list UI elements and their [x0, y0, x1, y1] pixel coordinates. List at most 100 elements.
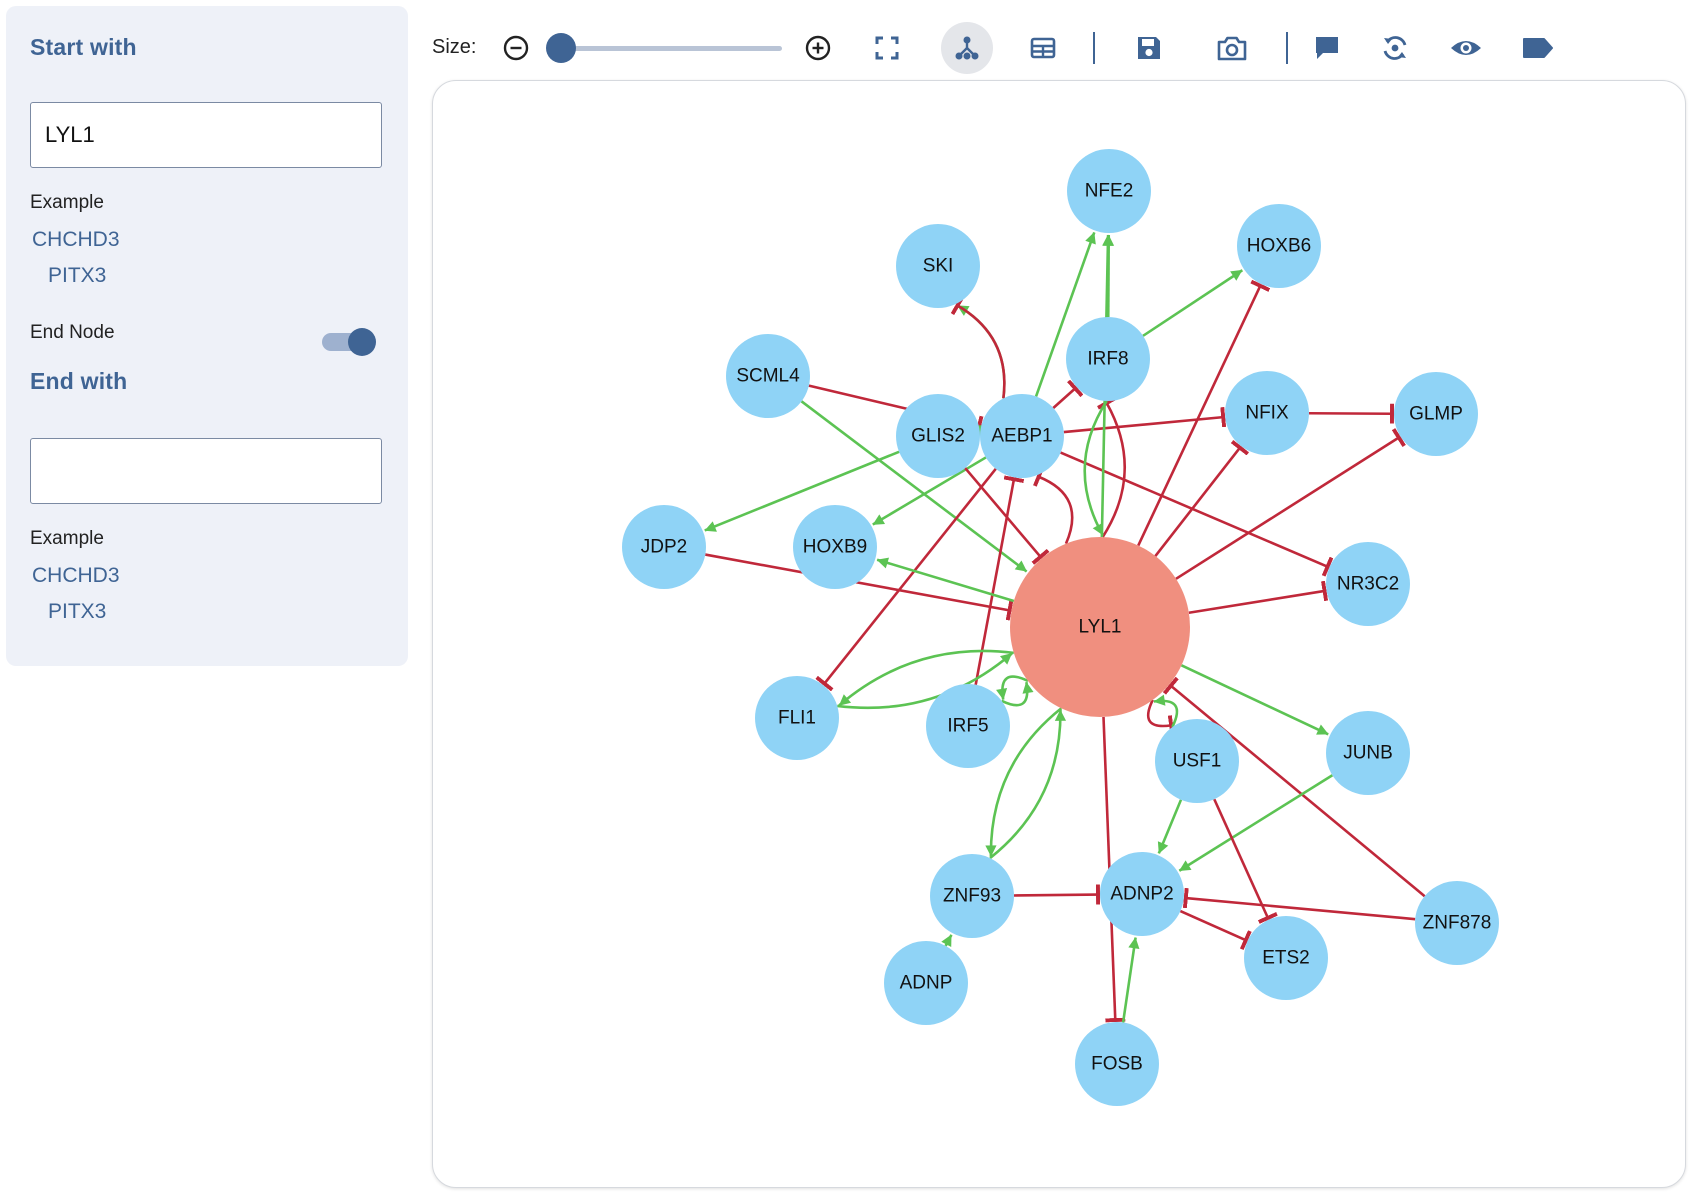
- node-scml4[interactable]: SCML4: [726, 334, 810, 418]
- node-irf8[interactable]: IRF8: [1066, 317, 1150, 401]
- node-hoxb6[interactable]: HOXB6: [1237, 204, 1321, 288]
- start-example-link-2[interactable]: PITX3: [48, 264, 106, 288]
- slider-thumb[interactable]: [546, 33, 576, 63]
- network-view-icon: [955, 36, 979, 60]
- reset-layout-icon: [1383, 36, 1407, 60]
- edge-adnp-znf93[interactable]: [941, 934, 953, 947]
- node-znf878[interactable]: ZNF878: [1415, 881, 1499, 965]
- comment-button[interactable]: [1305, 26, 1349, 70]
- node-label: LYL1: [1079, 617, 1122, 638]
- node-label: ADNP2: [1110, 884, 1173, 905]
- node-aebp1[interactable]: AEBP1: [980, 394, 1064, 478]
- fit-screen-button[interactable]: [865, 26, 909, 70]
- graph-toolbar: Size:: [0, 0, 1694, 80]
- node-label: JDP2: [641, 537, 687, 558]
- edge-fosb-adnp2[interactable]: [1121, 937, 1140, 1023]
- node-label: FOSB: [1091, 1054, 1143, 1075]
- zoom-out-icon: [503, 35, 529, 61]
- node-label: HOXB9: [803, 537, 867, 558]
- edge-lyl1-nfix[interactable]: [1154, 439, 1250, 557]
- size-slider[interactable]: [546, 30, 782, 66]
- edge-aebp1-ski[interactable]: [950, 295, 1006, 399]
- edge-lyl1-usf1[interactable]: [1147, 699, 1175, 736]
- zoom-in-icon: [805, 35, 831, 61]
- node-znf93[interactable]: ZNF93: [930, 854, 1014, 938]
- edge-glis2-jdp2[interactable]: [704, 450, 900, 532]
- edge-lyl1-hoxb9[interactable]: [876, 557, 1015, 603]
- screenshot-button[interactable]: [1210, 26, 1254, 70]
- edge-lyl1-irf8[interactable]: [1096, 396, 1127, 538]
- zoom-in-button[interactable]: [796, 26, 840, 70]
- node-nfe2[interactable]: NFE2: [1067, 149, 1151, 233]
- start-example-link-1[interactable]: CHCHD3: [32, 228, 120, 252]
- node-label: SCML4: [736, 366, 800, 387]
- node-label: GLMP: [1409, 404, 1463, 425]
- save-button[interactable]: [1127, 26, 1171, 70]
- end-with-title: End with: [30, 368, 128, 394]
- node-junb[interactable]: JUNB: [1326, 711, 1410, 795]
- comment-icon: [1316, 37, 1338, 59]
- node-nfix[interactable]: NFIX: [1225, 371, 1309, 455]
- edge-irf5-lyl1[interactable]: [1001, 681, 1034, 707]
- edge-lyl1-nr3c2[interactable]: [1188, 580, 1329, 615]
- edge-usf1-adnp2[interactable]: [1157, 799, 1183, 854]
- size-label: Size:: [432, 36, 477, 58]
- edge-lyl1-irf5[interactable]: [996, 675, 1029, 700]
- node-label: ZNF93: [943, 886, 1001, 907]
- node-label: NFIX: [1245, 403, 1289, 424]
- start-example-label: Example: [30, 192, 104, 213]
- camera-icon: [1217, 36, 1247, 61]
- node-hoxb9[interactable]: HOXB9: [793, 505, 877, 589]
- zoom-out-button[interactable]: [494, 26, 538, 70]
- node-label: NR3C2: [1337, 574, 1399, 595]
- edge-adnp2-ets2[interactable]: [1179, 909, 1252, 951]
- node-irf5[interactable]: IRF5: [926, 684, 1010, 768]
- end-example-link-1[interactable]: CHCHD3: [32, 564, 120, 588]
- label-button[interactable]: [1516, 26, 1560, 70]
- node-lyl1[interactable]: LYL1: [1010, 537, 1190, 717]
- start-node-input[interactable]: [30, 102, 382, 168]
- edge-irf5-aebp1[interactable]: [974, 475, 1025, 685]
- table-view-button[interactable]: [1021, 26, 1065, 70]
- node-usf1[interactable]: USF1: [1155, 719, 1239, 803]
- node-label: NFE2: [1085, 181, 1134, 202]
- node-ski[interactable]: SKI: [896, 224, 980, 308]
- edge-znf878-adnp2[interactable]: [1182, 887, 1416, 921]
- edge-aebp1-ski[interactable]: [956, 304, 1006, 399]
- label-icon: [1523, 38, 1553, 58]
- node-label: ZNF878: [1423, 913, 1492, 934]
- node-glis2[interactable]: GLIS2: [896, 394, 980, 478]
- visibility-button[interactable]: [1444, 26, 1488, 70]
- edge-aebp1-irf8[interactable]: [1052, 379, 1084, 409]
- network-graph-canvas[interactable]: LYL1 NFE2 SKI HOXB6 IRF8 SCML4 GLIS2 AEBP1 NFIX G…: [432, 80, 1686, 1188]
- node-ets2[interactable]: ETS2: [1244, 916, 1328, 1000]
- node-label: HOXB6: [1247, 236, 1311, 257]
- reset-layout-button[interactable]: [1373, 26, 1417, 70]
- edge-znf93-adnp2[interactable]: [1013, 884, 1101, 905]
- network-view-button[interactable]: [941, 22, 993, 74]
- eye-icon: [1451, 41, 1481, 55]
- node-glmp[interactable]: GLMP: [1394, 372, 1478, 456]
- end-node-toggle[interactable]: [320, 326, 378, 356]
- end-example-label: Example: [30, 528, 104, 549]
- edge-usf1-lyl1[interactable]: [1153, 694, 1179, 728]
- node-label: GLIS2: [911, 426, 965, 447]
- node-adnp[interactable]: ADNP: [884, 941, 968, 1025]
- edge-aebp1-nfix[interactable]: [1063, 406, 1227, 434]
- edge-irf8-hoxb6[interactable]: [1142, 269, 1244, 337]
- edge-lyl1-aebp1[interactable]: [1033, 466, 1074, 545]
- node-nr3c2[interactable]: NR3C2: [1326, 542, 1410, 626]
- end-node-input[interactable]: [30, 438, 382, 504]
- fit-screen-icon: [875, 36, 899, 60]
- table-view-icon: [1030, 37, 1056, 59]
- node-adnp2[interactable]: ADNP2: [1100, 852, 1184, 936]
- node-jdp2[interactable]: JDP2: [622, 505, 706, 589]
- node-fli1[interactable]: FLI1: [755, 676, 839, 760]
- node-fosb[interactable]: FOSB: [1075, 1022, 1159, 1106]
- node-label: ETS2: [1262, 948, 1310, 969]
- node-label: USF1: [1173, 751, 1222, 772]
- save-icon: [1138, 37, 1160, 59]
- network-graph[interactable]: LYL1 NFE2 SKI HOXB6 IRF8 SCML4 GLIS2 AEBP1 NFIX G…: [433, 81, 1687, 1189]
- end-example-link-2[interactable]: PITX3: [48, 600, 106, 624]
- slider-rail: [560, 46, 782, 51]
